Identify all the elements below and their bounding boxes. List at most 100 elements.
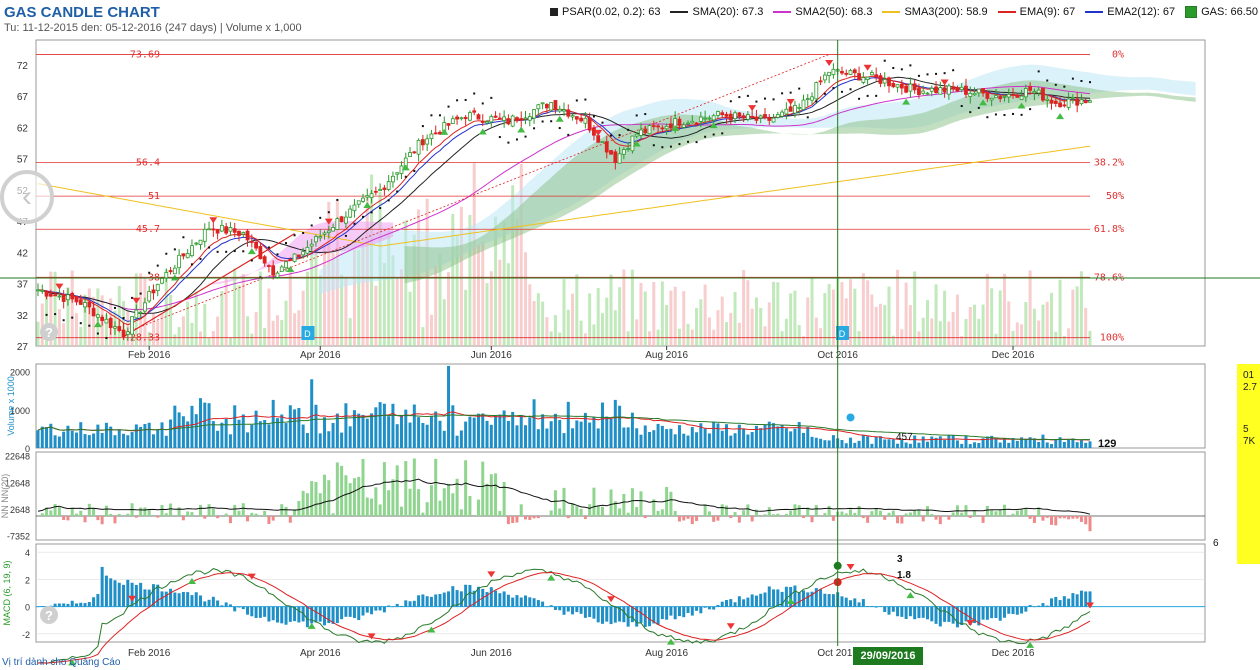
nn-bar — [553, 490, 557, 516]
nn-bar — [199, 504, 203, 516]
psar-dot — [832, 87, 835, 90]
candle-body — [224, 226, 229, 234]
price-volume-bar — [199, 331, 203, 346]
chart-canvas[interactable]: 73.69 0%56.4 38.2%51 50%45.7 61.8%38 78.6%28.… — [0, 0, 1260, 670]
macd-histogram-bar — [442, 592, 446, 607]
candle-body — [938, 87, 943, 95]
candle-body — [664, 125, 669, 130]
candle-body — [386, 181, 391, 190]
nn-bar — [391, 479, 395, 516]
candle-body — [711, 115, 716, 121]
chevron-left-icon[interactable]: ‹ — [0, 170, 54, 224]
macd-annotation-1-8: 1.8 — [897, 570, 911, 581]
price-x-tick-label: Jun 2016 — [471, 350, 513, 361]
volume-bar — [1079, 440, 1083, 448]
psar-dot — [515, 138, 518, 141]
candle-body — [519, 118, 524, 121]
price-volume-bar — [776, 282, 780, 346]
volume-bar — [515, 425, 519, 448]
volume-bar — [665, 429, 669, 448]
volume-bar — [596, 428, 600, 448]
volume-bar — [613, 399, 617, 448]
side-value-2: 2.7 — [1243, 382, 1257, 393]
volume-bar — [387, 416, 391, 448]
volume-bar — [62, 431, 66, 448]
candle-body — [1058, 102, 1062, 108]
price-tick-label: 72 — [17, 61, 29, 72]
macd-histogram-bar — [716, 605, 720, 607]
candle-body — [972, 92, 977, 96]
macd-histogram-bar — [1075, 594, 1079, 607]
nn-bar — [810, 516, 814, 523]
candle-body — [677, 118, 682, 126]
psar-dot — [173, 248, 176, 251]
price-volume-bar — [485, 283, 489, 346]
nn-bar — [1028, 516, 1032, 519]
macd-histogram-bar — [352, 606, 356, 618]
psar-dot — [635, 114, 638, 117]
volume-bar — [228, 434, 232, 448]
candle-body — [74, 296, 79, 303]
macd-histogram-bar — [216, 600, 220, 607]
macd-histogram-bar — [408, 601, 412, 607]
psar-dot — [729, 100, 732, 103]
candle-body — [322, 232, 327, 235]
volume-bar — [994, 438, 998, 448]
nn-bar — [224, 513, 228, 516]
nn-bar — [1079, 516, 1083, 522]
candle-body — [822, 74, 827, 81]
volume-bar — [220, 422, 224, 448]
candle-body — [61, 293, 66, 302]
nn-bar — [904, 513, 908, 516]
candle-body — [348, 208, 353, 218]
nn-bar — [408, 488, 412, 516]
price-volume-bar — [181, 316, 185, 346]
help-icon[interactable]: ? — [40, 323, 58, 341]
price-volume-bar — [1015, 322, 1019, 346]
volume-axis-label: Volume x 1000 — [6, 376, 16, 436]
macd-histogram-bar — [489, 587, 493, 607]
ad-placeholder-text[interactable]: Vị trí dành cho Quảng Cáo — [2, 657, 120, 668]
volume-bar — [913, 435, 917, 448]
volume-bar — [100, 432, 104, 448]
macd-histogram-bar — [357, 606, 361, 621]
candle-body — [365, 195, 370, 198]
nn-bar — [417, 489, 421, 516]
price-volume-bar — [874, 306, 878, 346]
psar-dot — [481, 102, 484, 105]
candle-body — [592, 127, 596, 136]
nn-bar — [656, 510, 660, 516]
candle-body — [271, 265, 276, 276]
fib-right-label: 38.2% — [1094, 157, 1124, 168]
candle-body — [83, 302, 87, 308]
candle-body — [621, 149, 626, 155]
price-tick-label: 27 — [17, 342, 29, 353]
volume-bar — [438, 420, 442, 448]
macd-histogram-bar — [951, 606, 955, 624]
candle-body — [344, 216, 348, 224]
nn-bar — [725, 505, 729, 516]
nn-bar — [789, 510, 793, 516]
macd-histogram-bar — [917, 606, 921, 619]
volume-bar — [344, 403, 348, 448]
nn-bar — [421, 512, 425, 516]
macd-histogram-bar — [399, 605, 403, 607]
psar-dot — [344, 234, 347, 237]
price-volume-bar — [293, 313, 297, 346]
macd-histogram-bar — [729, 599, 733, 607]
psar-dot — [105, 337, 108, 340]
psar-dot — [806, 116, 809, 119]
nn-bar — [246, 516, 250, 522]
volume-bar — [164, 435, 168, 448]
psar-dot — [1080, 80, 1083, 83]
macd-histogram-bar — [378, 606, 382, 611]
volume-bar — [686, 435, 690, 448]
nn-bar — [254, 513, 258, 516]
macd-histogram-bar — [87, 602, 91, 607]
candle-body — [596, 135, 601, 143]
psar-dot — [541, 120, 544, 123]
candle-body — [604, 141, 609, 153]
help-icon-macd[interactable]: ? — [40, 606, 58, 624]
candle-body — [1070, 96, 1075, 99]
candle-body — [934, 86, 938, 94]
